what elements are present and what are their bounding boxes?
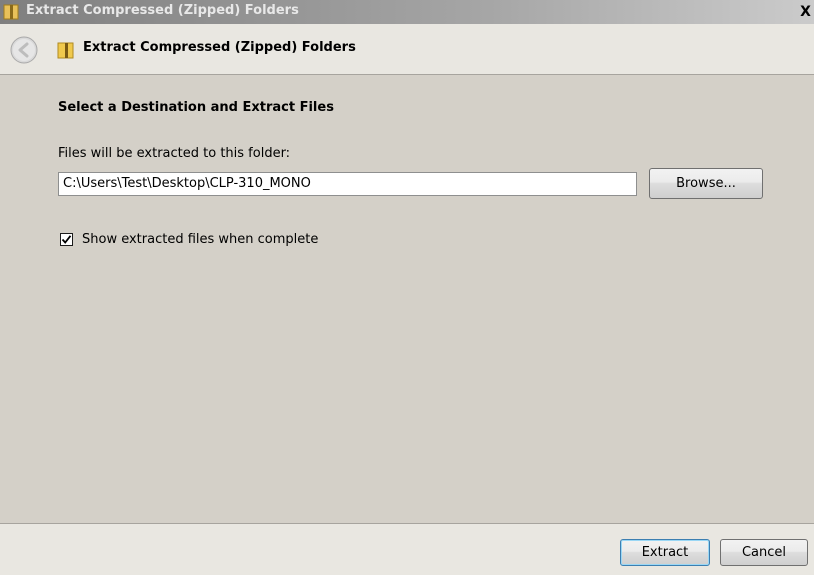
extract-button[interactable]: Extract — [620, 539, 710, 566]
zip-folder-icon — [56, 40, 76, 64]
zip-folder-icon — [2, 3, 20, 25]
window-title: Extract Compressed (Zipped) Folders — [26, 3, 299, 18]
cancel-button[interactable]: Cancel — [720, 539, 808, 566]
dialog-header: Extract Compressed (Zipped) Folders — [0, 24, 814, 74]
close-button[interactable]: X — [797, 3, 814, 21]
show-files-label[interactable]: Show extracted files when complete — [82, 232, 318, 247]
checkmark-icon — [61, 235, 72, 244]
back-arrow-icon — [10, 36, 38, 64]
destination-label: Files will be extracted to this folder: — [58, 146, 291, 161]
back-button[interactable] — [10, 36, 38, 64]
section-heading: Select a Destination and Extract Files — [58, 100, 334, 115]
header-title: Extract Compressed (Zipped) Folders — [83, 40, 356, 55]
browse-button[interactable]: Browse... — [649, 168, 763, 199]
show-files-checkbox[interactable] — [60, 233, 73, 246]
content-panel — [8, 75, 814, 523]
title-bar: Extract Compressed (Zipped) Folders X — [0, 0, 814, 24]
destination-path-input[interactable]: C:\Users\Test\Desktop\CLP-310_MONO — [58, 172, 637, 196]
